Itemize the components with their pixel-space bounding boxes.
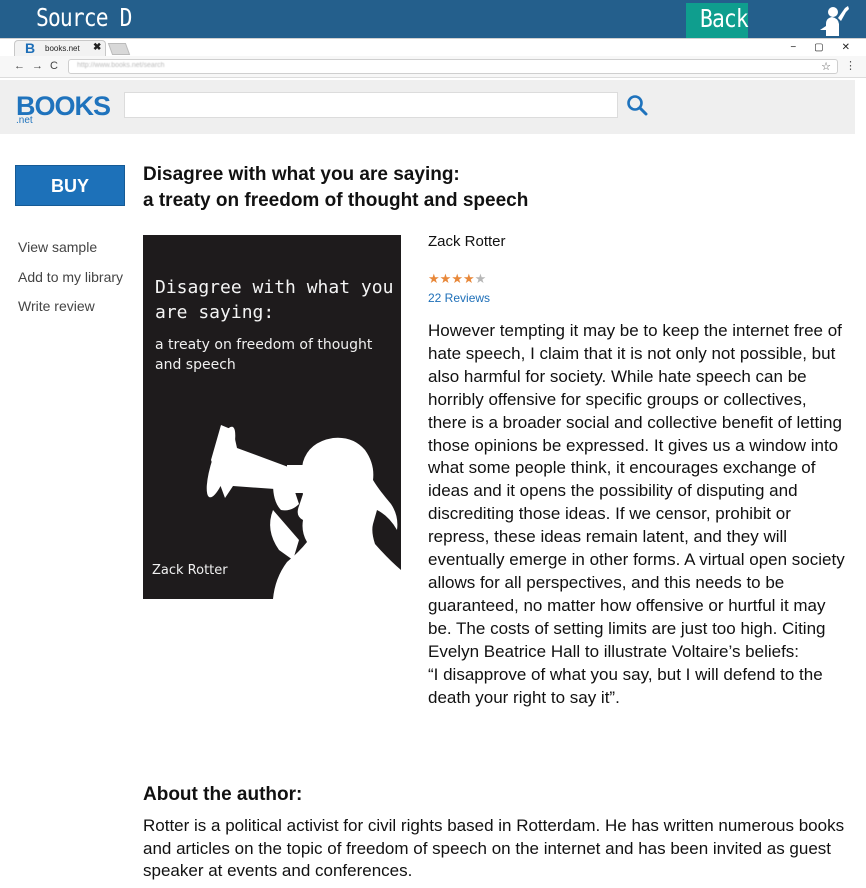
cover-subtitle: a treaty on freedom of thought and speec… [155,337,373,373]
buy-button[interactable]: BUY [15,165,125,206]
megaphone-silhouette-icon [206,425,401,599]
cover-title: Disagree with what you are saying: [155,277,394,323]
description-text: However tempting it may be to keep the i… [428,321,845,661]
about-author-text: Rotter is a political activist for civil… [143,816,845,880]
reviews-link[interactable]: 22 Reviews [428,291,490,305]
nav-buttons: ← → C [14,60,58,72]
window-controls: − ▢ ✕ [790,42,850,53]
tab-title: books.net [45,44,80,53]
back-arrow-icon[interactable]: ← [14,60,25,72]
site-favicon-icon: B [25,40,36,56]
star-filled-icon: ★ [439,271,452,286]
back-button-label[interactable]: Back [700,4,749,33]
star-filled-icon: ★ [451,271,463,286]
description-quote: “I disapprove of what you say, but I wil… [428,664,823,707]
author-name[interactable]: Zack Rotter [428,233,506,250]
minimize-icon[interactable]: − [790,42,796,53]
star-empty-icon: ★ [474,271,487,286]
view-sample-link[interactable]: View sample [18,239,97,255]
address-bar-row: ← → C http://www.books.net/search ☆ ⋮ [0,56,866,78]
cover-author: Zack Rotter [152,563,228,578]
star-rating[interactable]: ★★★★★ [428,271,486,287]
reload-icon[interactable]: C [50,60,58,72]
add-to-library-link[interactable]: Add to my library [18,269,123,285]
maximize-icon[interactable]: ▢ [814,42,823,53]
browser-tab-bar: B books.net ✖ − ▢ ✕ [0,38,866,57]
close-window-icon[interactable]: ✕ [842,42,850,53]
book-cover: Disagree with what you are saying: a tre… [143,235,401,599]
url-text: http://www.books.net/search [77,62,165,69]
browser-menu-icon[interactable]: ⋮ [845,59,856,72]
star-filled-icon: ★ [462,271,475,286]
search-input[interactable] [124,92,618,118]
url-field[interactable]: http://www.books.net/search ☆ [68,59,838,74]
book-description: However tempting it may be to keep the i… [428,320,848,709]
source-label: Source D [36,3,132,32]
site-header: BOOKS .net [0,80,855,134]
close-tab-icon[interactable]: ✖ [93,42,101,53]
browser-tab[interactable]: B books.net ✖ [14,40,106,57]
about-author-heading: About the author: [143,784,303,805]
search-icon[interactable] [626,94,648,116]
site-logo-sub: .net [16,115,33,126]
book-title: Disagree with what you are saying: a tre… [143,162,843,214]
person-raising-hand-icon [812,2,852,36]
write-review-link[interactable]: Write review [18,298,95,314]
star-filled-icon: ★ [428,271,440,286]
new-tab-button[interactable] [107,43,131,55]
bookmark-star-icon[interactable]: ☆ [821,60,831,73]
book-title-line-1: Disagree with what you are saying: [143,164,460,185]
forward-arrow-icon[interactable]: → [32,60,43,72]
book-title-line-2: a treaty on freedom of thought and speec… [143,190,529,211]
